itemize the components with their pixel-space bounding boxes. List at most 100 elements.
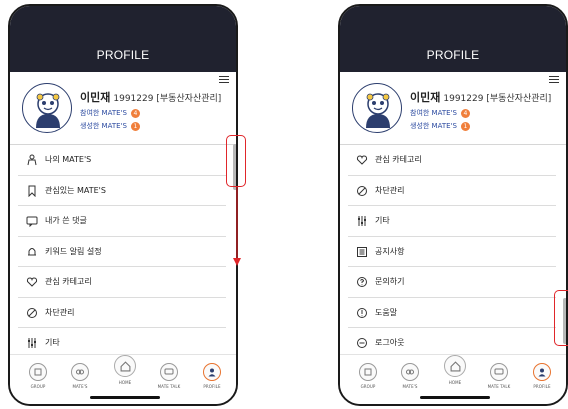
nav-mates[interactable]: MATE'S: [62, 363, 98, 389]
menu-item-block-management[interactable]: 차단관리: [348, 176, 556, 206]
hamburger-menu-icon[interactable]: [549, 76, 559, 83]
nav-label: HOME: [118, 380, 132, 385]
heart-icon: [26, 277, 38, 287]
profile-name: 이민재: [410, 91, 441, 104]
nav-group[interactable]: GROUP: [350, 363, 386, 389]
created-count-badge: 1: [460, 121, 470, 131]
app-header: PROFILE: [340, 6, 566, 72]
home-icon: [114, 355, 136, 377]
talk-icon: [490, 363, 508, 381]
nav-mate-talk[interactable]: MATE TALK: [481, 363, 517, 389]
menu-item-interested-mates[interactable]: 관심있는 MATE'S: [18, 176, 226, 206]
nav-label: HOME: [448, 380, 462, 385]
scrollbar-highlight: [554, 290, 568, 346]
nav-group[interactable]: GROUP: [20, 363, 56, 389]
nav-label: PROFILE: [203, 384, 221, 389]
menu-item-interest-category[interactable]: 관심 카테고리: [348, 145, 556, 176]
profile-name-row: 이민재 1991229 [부동산자산관리]: [410, 86, 551, 105]
menu-item-interest-category[interactable]: 관심 카테고리: [18, 267, 226, 298]
sliders-icon: [358, 216, 366, 226]
mascot-icon: [366, 93, 390, 128]
home-indicator: [90, 396, 160, 399]
nav-mate-talk[interactable]: MATE TALK: [151, 363, 187, 389]
avatar: [352, 83, 402, 133]
joined-mates-label: 참여한 MATE'S: [80, 109, 127, 117]
sliders-icon: [28, 338, 36, 348]
profile-info: 1991229 [부동산자산관리]: [443, 94, 552, 104]
home-icon: [444, 355, 466, 377]
profile-name: 이민재: [80, 91, 111, 104]
menu-item-label: 관심 카테고리: [45, 277, 92, 286]
menu-item-inquiry[interactable]: 문의하기: [348, 267, 556, 298]
info-icon: [357, 307, 367, 318]
nav-label: GROUP: [360, 384, 376, 389]
group-icon: [359, 363, 377, 381]
profile-icon: [203, 363, 221, 381]
phone-screen-scroll-top: PROFILE 이민재 1991229 [부동산자산관리] 참여한 MATE'S 4…: [8, 4, 238, 406]
menu-item-etc[interactable]: 기타: [348, 206, 556, 237]
scroll-down-arrow-icon: [233, 186, 241, 266]
profile-name-row: 이민재 1991229 [부동산자산관리]: [80, 86, 221, 105]
menu-item-label: 로그아웃: [375, 338, 405, 347]
joined-mates-label: 참여한 MATE'S: [410, 109, 457, 117]
profile-info: 1991229 [부동산자산관리]: [113, 94, 222, 104]
menu-item-keyword-alerts[interactable]: 키워드 알림 설정: [18, 237, 226, 267]
nav-label: PROFILE: [533, 384, 551, 389]
block-icon: [27, 307, 37, 318]
joined-count-badge: 4: [130, 108, 140, 118]
menu-item-my-mates[interactable]: 나의 MATE'S: [18, 145, 226, 176]
bell-icon: [28, 247, 36, 255]
scrollbar-highlight: [226, 135, 246, 187]
created-mates-label: 생성한 MATE'S: [80, 122, 127, 130]
hamburger-menu-icon[interactable]: [219, 76, 229, 83]
app-header: PROFILE: [10, 6, 236, 72]
menu-item-my-comments[interactable]: 내가 쓴 댓글: [18, 206, 226, 237]
menu-item-notice[interactable]: 공지사항: [348, 237, 556, 267]
bookmark-icon: [28, 185, 36, 197]
menu-item-label: 공지사항: [375, 246, 405, 256]
nav-home[interactable]: HOME: [437, 355, 473, 385]
talk-icon: [160, 363, 178, 381]
mates-icon: [71, 363, 89, 381]
nav-mates[interactable]: MATE'S: [392, 363, 428, 389]
question-icon: [357, 277, 367, 287]
menu-item-label: 도움말: [375, 307, 398, 317]
nav-label: MATE'S: [72, 384, 88, 389]
nav-profile[interactable]: PROFILE: [194, 363, 230, 389]
person-icon: [27, 154, 37, 166]
profile-icon: [533, 363, 551, 381]
joined-mates-stat[interactable]: 참여한 MATE'S 4: [410, 108, 470, 118]
menu-item-block-management[interactable]: 차단관리: [18, 298, 226, 328]
profile-menu-list: 관심 카테고리 차단관리 기타 공지사항 문의하기 도움말 로그아웃: [340, 144, 566, 359]
created-mates-stat[interactable]: 생성한 MATE'S 1: [80, 121, 140, 131]
mascot-icon: [36, 93, 60, 128]
profile-menu-list: 나의 MATE'S 관심있는 MATE'S 내가 쓴 댓글 키워드 알림 설정 …: [10, 144, 236, 359]
created-mates-stat[interactable]: 생성한 MATE'S 1: [410, 121, 470, 131]
phone-screen-scroll-bottom: PROFILE 이민재 1991229 [부동산자산관리] 참여한 MATE'S 4…: [338, 4, 568, 406]
mates-icon: [401, 363, 419, 381]
logout-icon: [357, 338, 367, 348]
created-mates-label: 생성한 MATE'S: [410, 122, 457, 130]
comment-icon: [26, 216, 38, 227]
created-count-badge: 1: [130, 121, 140, 131]
joined-mates-stat[interactable]: 참여한 MATE'S 4: [80, 108, 140, 118]
menu-item-label: 관심있는 MATE'S: [45, 185, 106, 195]
menu-item-label: 기타: [45, 338, 60, 347]
bottom-nav: GROUP MATE'S HOME MATE TALK PROFILE: [10, 354, 236, 404]
menu-item-help[interactable]: 도움말: [348, 298, 556, 328]
menu-item-label: 내가 쓴 댓글: [45, 216, 87, 225]
nav-label: GROUP: [30, 384, 46, 389]
menu-item-label: 나의 MATE'S: [45, 155, 92, 164]
home-indicator: [420, 396, 490, 399]
page-title: PROFILE: [426, 48, 480, 62]
nav-label: MATE'S: [402, 384, 418, 389]
heart-icon: [356, 155, 368, 165]
block-icon: [357, 185, 367, 196]
nav-profile[interactable]: PROFILE: [524, 363, 560, 389]
notice-icon: [357, 246, 367, 257]
nav-label: MATE TALK: [487, 384, 511, 389]
joined-count-badge: 4: [460, 108, 470, 118]
menu-item-label: 차단관리: [375, 185, 405, 195]
nav-home[interactable]: HOME: [107, 355, 143, 385]
avatar: [22, 83, 72, 133]
